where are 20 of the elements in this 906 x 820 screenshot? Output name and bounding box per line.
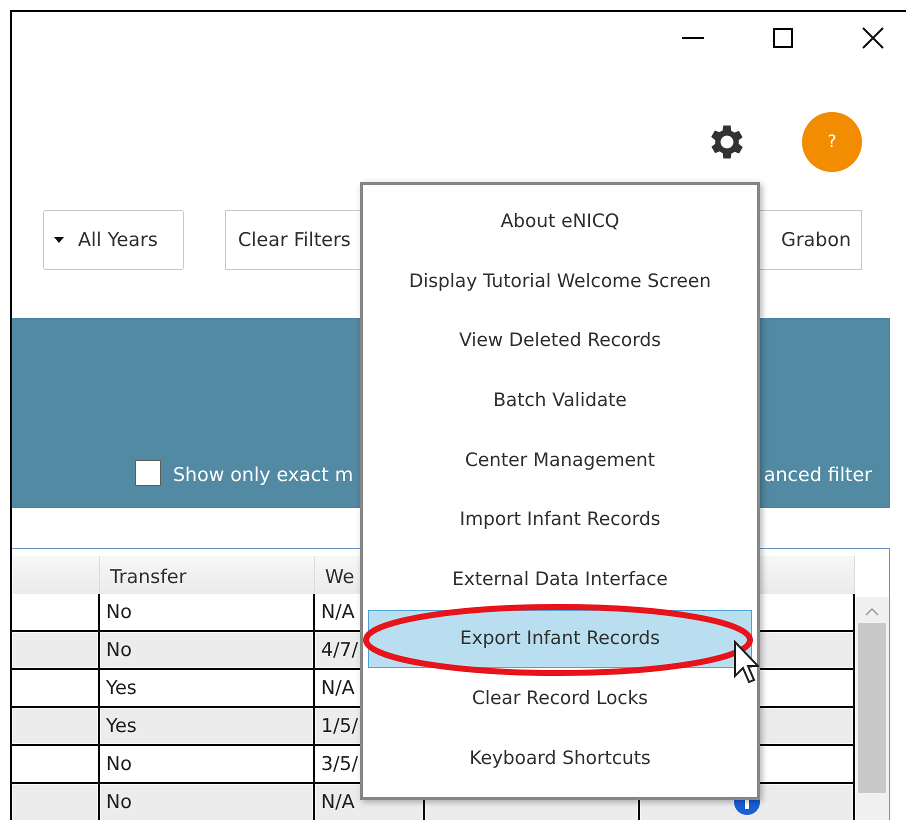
table-cell: Yes [100,708,315,746]
menu-item[interactable]: Import Infant Records [368,490,752,549]
menu-item[interactable]: Center Management [368,431,752,489]
menu-item[interactable]: Batch Validate [368,372,752,430]
close-icon [862,27,884,49]
column-header[interactable]: Transfer [100,556,315,597]
year-dropdown[interactable]: All Years [43,210,184,270]
table-cell: No [100,632,315,670]
maximize-icon [773,28,793,48]
advanced-filter-link[interactable]: anced filter [764,464,872,486]
table-cell: No [100,746,315,784]
table-cell: Yes [100,670,315,708]
exact-match-label: Show only exact m [173,464,354,486]
menu-item[interactable]: View Deleted Records [368,312,752,370]
exact-match-checkbox[interactable] [135,460,161,486]
table-cell: No [100,784,315,820]
scrollbar[interactable] [855,597,889,820]
table-cell: No [100,594,315,632]
caret-icon [54,237,64,243]
minimize-icon [682,37,704,39]
